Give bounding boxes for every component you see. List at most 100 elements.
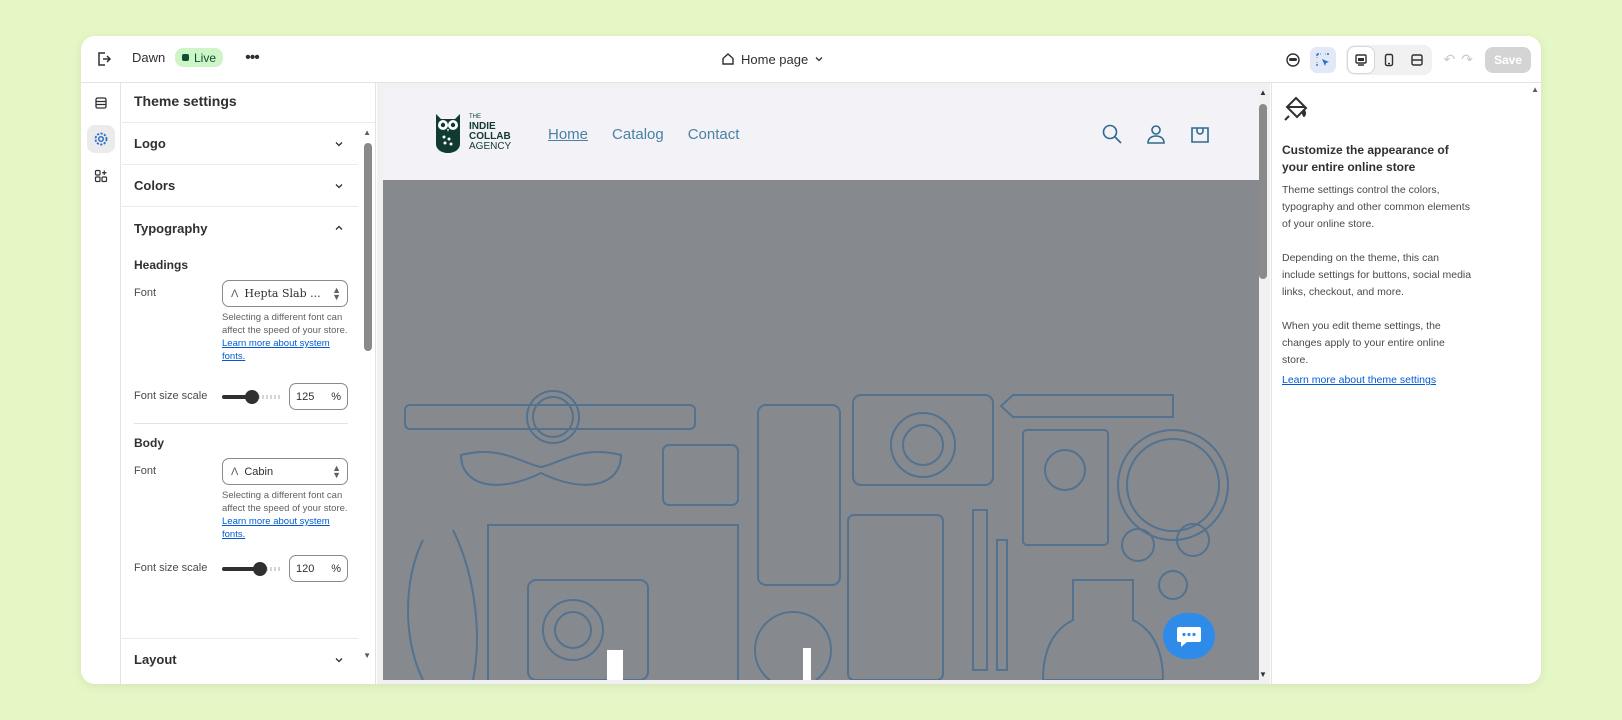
page-selector[interactable]: Home page: [721, 48, 824, 70]
preview-area: THE INDIE COLLAB AGENCY Home Catalog Con…: [377, 83, 1270, 684]
sections-icon[interactable]: [87, 89, 115, 117]
accordion-typography[interactable]: Typography: [122, 207, 358, 249]
info-panel: Customize the appearance of your entire …: [1271, 83, 1541, 684]
store-nav: Home Catalog Contact: [548, 126, 739, 143]
accordion-colors-label: Colors: [134, 178, 176, 193]
headings-size-field: Font size scale 125 %: [122, 375, 358, 415]
sidekick-icon[interactable]: [1280, 47, 1306, 73]
chat-icon: [1177, 627, 1201, 647]
store-header: THE INDIE COLLAB AGENCY Home Catalog Con…: [383, 88, 1259, 180]
sidebar-rail: [81, 83, 121, 684]
scroll-up-icon[interactable]: ▲: [1531, 85, 1539, 94]
info-heading: Customize the appearance of your entire …: [1282, 143, 1449, 174]
divider: [134, 423, 348, 424]
accordion-colors[interactable]: Colors: [122, 165, 358, 207]
cart-icon[interactable]: [1189, 123, 1211, 145]
toolbar-right: ↶ ↷ Save: [1280, 44, 1531, 75]
chevron-down-icon: [335, 657, 343, 662]
apps-icon[interactable]: [87, 162, 115, 190]
paint-bucket-icon: [1284, 96, 1308, 121]
scroll-down-icon[interactable]: ▼: [1259, 670, 1267, 679]
body-size-unit: %: [331, 562, 341, 575]
settings-scrollbar[interactable]: [364, 143, 372, 351]
body-font-value: Cabin: [244, 465, 274, 478]
chevron-down-icon: [335, 141, 343, 146]
store-header-icons: [1101, 123, 1211, 145]
nav-catalog[interactable]: Catalog: [612, 126, 664, 143]
save-button[interactable]: Save: [1485, 46, 1531, 73]
preview-scrollbar[interactable]: ▲ ▼: [1258, 88, 1268, 679]
live-badge: Live: [175, 48, 224, 67]
headings-font-help: Selecting a different font can affect th…: [222, 311, 350, 363]
headings-font-field: Font Λ Hepta Slab ... ▲ ▼ Selecting a dif…: [122, 275, 358, 375]
body-font-field: Font Λ Cabin ▲ ▼ Selecting a different fo…: [122, 453, 358, 553]
accordion-logo[interactable]: Logo: [122, 123, 358, 165]
body-size-slider[interactable]: [222, 562, 282, 576]
theme-name: Dawn: [132, 50, 166, 65]
info-learn-more-link[interactable]: Learn more about theme settings: [1282, 374, 1531, 386]
accordion-layout[interactable]: Layout: [122, 638, 358, 680]
body-font-help-link[interactable]: Learn more about system fonts.: [222, 515, 350, 541]
font-icon: Λ: [231, 465, 239, 478]
undo-redo: ↶ ↷: [1444, 51, 1473, 68]
logo-line-4: AGENCY: [469, 141, 512, 152]
page-selector-label: Home page: [741, 51, 809, 67]
accordion-layout-label: Layout: [134, 652, 177, 667]
headings-font-value: Hepta Slab ...: [244, 287, 321, 300]
home-icon: [722, 53, 734, 65]
scroll-up-icon[interactable]: ▲: [363, 128, 371, 137]
headings-size-label: Font size scale: [134, 390, 208, 402]
logo-text: THE INDIE COLLAB AGENCY: [469, 112, 511, 152]
hero-illustration: [404, 390, 1229, 680]
preview-scroll-thumb[interactable]: [1259, 104, 1267, 279]
desktop-view-icon[interactable]: [1347, 46, 1374, 73]
headings-font-label: Font: [134, 287, 157, 299]
nav-home[interactable]: Home: [548, 126, 588, 143]
device-toggle-group: [1345, 44, 1432, 75]
redo-icon[interactable]: ↷: [1461, 51, 1473, 68]
info-paragraph-2: Depending on the theme, this can include…: [1282, 252, 1472, 298]
body-font-help-text: Selecting a different font can affect th…: [222, 490, 348, 514]
body-size-field: Font size scale 120 %: [122, 553, 358, 593]
theme-settings-icon[interactable]: [87, 125, 115, 153]
chevron-up-icon: [335, 225, 343, 230]
select-arrows-icon: ▲ ▼: [332, 462, 341, 480]
headings-size-input[interactable]: 125 %: [289, 383, 348, 410]
search-icon[interactable]: [1101, 123, 1123, 145]
body-size-thumb[interactable]: [252, 562, 267, 576]
chat-button[interactable]: [1163, 613, 1215, 659]
headings-size-thumb[interactable]: [245, 390, 259, 404]
exit-icon[interactable]: [93, 48, 115, 70]
account-icon[interactable]: [1145, 123, 1167, 145]
store-logo[interactable]: THE INDIE COLLAB AGENCY: [433, 110, 511, 154]
headings-size-unit: %: [331, 390, 341, 403]
fullscreen-view-icon[interactable]: [1404, 47, 1430, 73]
headings-font-help-link[interactable]: Learn more about system fonts.: [222, 337, 350, 363]
body-font-select[interactable]: Λ Cabin ▲ ▼: [222, 458, 348, 485]
undo-icon[interactable]: ↶: [1444, 51, 1456, 68]
accordion-logo-label: Logo: [134, 136, 166, 151]
inspector-icon[interactable]: [1309, 46, 1336, 73]
store-preview[interactable]: THE INDIE COLLAB AGENCY Home Catalog Con…: [383, 88, 1259, 680]
scroll-up-icon[interactable]: ▲: [1259, 88, 1267, 97]
mobile-view-icon[interactable]: [1376, 47, 1402, 73]
headings-size-value: 125: [296, 390, 315, 403]
headings-font-select[interactable]: Λ Hepta Slab ... ▲ ▼: [222, 280, 348, 307]
chevron-down-icon: [335, 183, 343, 188]
scroll-down-icon[interactable]: ▼: [363, 651, 371, 660]
body-subheading: Body: [134, 436, 164, 450]
live-dot-icon: [182, 54, 189, 61]
info-paragraph-3: When you edit theme settings, the change…: [1282, 320, 1445, 366]
body-size-value: 120: [296, 562, 315, 575]
chevron-down-icon: [815, 57, 823, 62]
accordion-typography-label: Typography: [134, 220, 208, 236]
font-icon: Λ: [231, 287, 239, 300]
theme-editor-window: Dawn Live ••• Home page ↶ ↷ Save Theme s…: [81, 36, 1541, 684]
more-actions-button[interactable]: •••: [241, 48, 263, 70]
theme-settings-panel: Theme settings Logo Colors Typography He…: [122, 83, 376, 684]
nav-contact[interactable]: Contact: [688, 126, 740, 143]
live-badge-label: Live: [194, 50, 217, 65]
headings-font-help-text: Selecting a different font can affect th…: [222, 312, 348, 336]
headings-size-slider[interactable]: [222, 390, 282, 404]
body-size-input[interactable]: 120 %: [289, 555, 348, 582]
